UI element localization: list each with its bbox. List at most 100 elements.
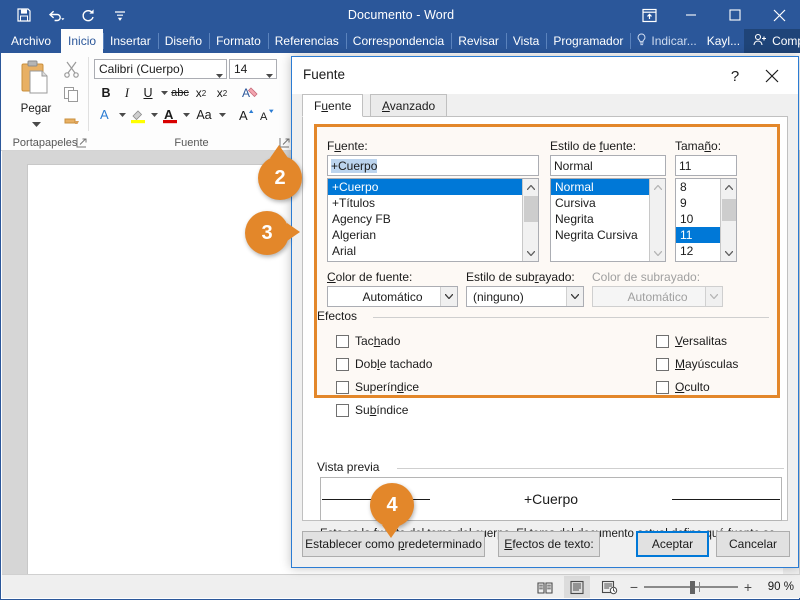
font-style-scrollbar[interactable] bbox=[649, 179, 665, 261]
tab-diseno[interactable]: Diseño bbox=[157, 29, 209, 53]
maximize-icon[interactable] bbox=[713, 1, 757, 29]
help-icon[interactable]: ? bbox=[724, 65, 746, 87]
zoom-slider-thumb[interactable] bbox=[690, 581, 695, 594]
font-name-combo[interactable]: Calibri (Cuerpo) bbox=[94, 59, 227, 79]
underline-style-dropdown-arrow-icon[interactable] bbox=[566, 287, 583, 306]
tab-insertar[interactable]: Insertar bbox=[103, 29, 158, 53]
font-listbox[interactable]: +Cuerpo +Títulos Agency FB Algerian Aria… bbox=[327, 178, 539, 262]
checkbox-subindice[interactable]: Subíndice bbox=[336, 403, 408, 417]
checkbox-box[interactable] bbox=[656, 334, 669, 348]
change-case-dropdown-arrow-icon[interactable] bbox=[217, 105, 227, 125]
font-style-list-item[interactable]: Negrita bbox=[551, 211, 665, 227]
format-painter-icon[interactable] bbox=[63, 111, 81, 131]
tab-avanzado[interactable]: Avanzado bbox=[370, 94, 448, 117]
scroll-down-icon[interactable] bbox=[650, 245, 665, 261]
font-list-item[interactable]: +Títulos bbox=[328, 195, 538, 211]
font-list-item[interactable]: Arial bbox=[328, 243, 538, 259]
zoom-level-label[interactable]: 90 % bbox=[760, 581, 794, 593]
dialog-close-icon[interactable] bbox=[760, 65, 784, 87]
checkbox-mayusculas[interactable]: Mayúsculas bbox=[656, 357, 738, 371]
font-style-input[interactable]: Normal bbox=[550, 155, 666, 176]
close-icon[interactable] bbox=[757, 1, 800, 29]
checkbox-box[interactable] bbox=[336, 334, 349, 348]
checkbox-box[interactable] bbox=[336, 357, 349, 371]
underline-button[interactable]: U bbox=[138, 83, 158, 103]
text-highlight-color-icon[interactable] bbox=[128, 105, 148, 125]
highlight-color-dropdown-arrow-icon[interactable] bbox=[149, 105, 159, 125]
font-color-dropdown-arrow-icon[interactable] bbox=[181, 105, 191, 125]
cancel-button[interactable]: Cancelar bbox=[716, 531, 790, 557]
read-mode-icon[interactable] bbox=[532, 576, 558, 598]
checkbox-superindice[interactable]: Superíndice bbox=[336, 380, 419, 394]
font-style-listbox[interactable]: Normal Cursiva Negrita Negrita Cursiva bbox=[550, 178, 666, 262]
font-list-item[interactable]: Algerian bbox=[328, 227, 538, 243]
ok-button[interactable]: Aceptar bbox=[636, 531, 709, 557]
checkbox-box[interactable] bbox=[336, 403, 349, 417]
font-size-dropdown-arrow-icon[interactable] bbox=[266, 67, 273, 78]
text-highlight-char-icon[interactable]: A bbox=[96, 105, 116, 125]
paste-dropdown-arrow-icon[interactable] bbox=[31, 116, 41, 130]
clear-formatting-icon[interactable]: A bbox=[241, 83, 261, 103]
font-size-scrollbar[interactable] bbox=[720, 179, 736, 261]
font-size-scrollbar-thumb[interactable] bbox=[722, 199, 736, 221]
font-size-combo[interactable]: 14 bbox=[229, 59, 277, 79]
checkbox-box[interactable] bbox=[656, 357, 669, 371]
font-size-listbox[interactable]: 8 9 10 11 12 bbox=[675, 178, 737, 262]
zoom-track[interactable] bbox=[644, 581, 738, 594]
font-style-list-item[interactable]: Normal bbox=[551, 179, 665, 195]
cut-icon[interactable] bbox=[63, 61, 81, 81]
tab-vista[interactable]: Vista bbox=[505, 29, 546, 53]
font-list-scrollbar-thumb[interactable] bbox=[524, 196, 538, 222]
scroll-up-icon[interactable] bbox=[650, 179, 665, 195]
tab-correspondencia[interactable]: Correspondencia bbox=[345, 29, 451, 53]
scroll-up-icon[interactable] bbox=[523, 179, 538, 195]
tab-programador[interactable]: Programador bbox=[546, 29, 630, 53]
underline-dropdown-arrow-icon[interactable] bbox=[159, 83, 169, 103]
text-effects-button[interactable]: Efectos de texto: bbox=[498, 531, 600, 557]
superscript-button[interactable]: x2 bbox=[212, 83, 232, 103]
account-name[interactable]: Kayl... bbox=[703, 29, 744, 53]
scroll-down-icon[interactable] bbox=[721, 245, 736, 261]
font-name-input[interactable]: +Cuerpo bbox=[327, 155, 539, 176]
checkbox-versalitas[interactable]: Versalitas bbox=[656, 334, 727, 348]
print-layout-icon[interactable] bbox=[564, 576, 590, 598]
font-list-item[interactable]: Agency FB bbox=[328, 211, 538, 227]
scroll-down-icon[interactable] bbox=[523, 245, 538, 261]
checkbox-oculto[interactable]: Oculto bbox=[656, 380, 710, 394]
copy-icon[interactable] bbox=[63, 86, 81, 106]
zoom-in-button[interactable]: + bbox=[742, 579, 754, 595]
tab-archivo[interactable]: Archivo bbox=[1, 29, 61, 53]
save-icon[interactable] bbox=[9, 2, 39, 28]
tab-inicio[interactable]: Inicio bbox=[61, 29, 104, 53]
font-name-dropdown-arrow-icon[interactable] bbox=[216, 67, 223, 78]
font-style-list-item[interactable]: Cursiva bbox=[551, 195, 665, 211]
minimize-icon[interactable] bbox=[669, 1, 713, 29]
tab-fuente[interactable]: Fuente bbox=[302, 94, 364, 117]
font-list-scrollbar[interactable] bbox=[522, 179, 538, 261]
font-color-icon[interactable]: A bbox=[160, 105, 180, 125]
checkbox-tachado[interactable]: Tachado bbox=[336, 334, 400, 348]
tab-revisar[interactable]: Revisar bbox=[451, 29, 506, 53]
tell-me-box[interactable]: Indicar... bbox=[630, 29, 702, 53]
bold-button[interactable]: B bbox=[96, 83, 116, 103]
undo-icon[interactable] bbox=[41, 2, 71, 28]
subscript-button[interactable]: x2 bbox=[191, 83, 211, 103]
font-style-list-item[interactable]: Negrita Cursiva bbox=[551, 227, 665, 243]
underline-style-combo[interactable]: (ninguno) bbox=[466, 286, 584, 307]
checkbox-box[interactable] bbox=[656, 380, 669, 394]
zoom-out-button[interactable]: − bbox=[628, 579, 640, 595]
tab-referencias[interactable]: Referencias bbox=[267, 29, 346, 53]
clipboard-dialog-launcher[interactable] bbox=[76, 137, 87, 148]
web-layout-icon[interactable] bbox=[596, 576, 622, 598]
share-button[interactable]: Compartir bbox=[744, 29, 800, 53]
shrink-font-icon[interactable]: A bbox=[257, 105, 277, 125]
font-size-input[interactable]: 11 bbox=[675, 155, 737, 176]
paste-button[interactable]: Pegar bbox=[11, 59, 61, 127]
font-color-dropdown-arrow-icon[interactable] bbox=[440, 287, 457, 306]
ribbon-display-options-icon[interactable] bbox=[629, 1, 669, 29]
tab-formato[interactable]: Formato bbox=[209, 29, 268, 53]
redo-icon[interactable] bbox=[73, 2, 103, 28]
grow-font-icon[interactable]: A bbox=[236, 105, 256, 125]
customize-qat-icon[interactable] bbox=[105, 2, 135, 28]
checkbox-box[interactable] bbox=[336, 380, 349, 394]
